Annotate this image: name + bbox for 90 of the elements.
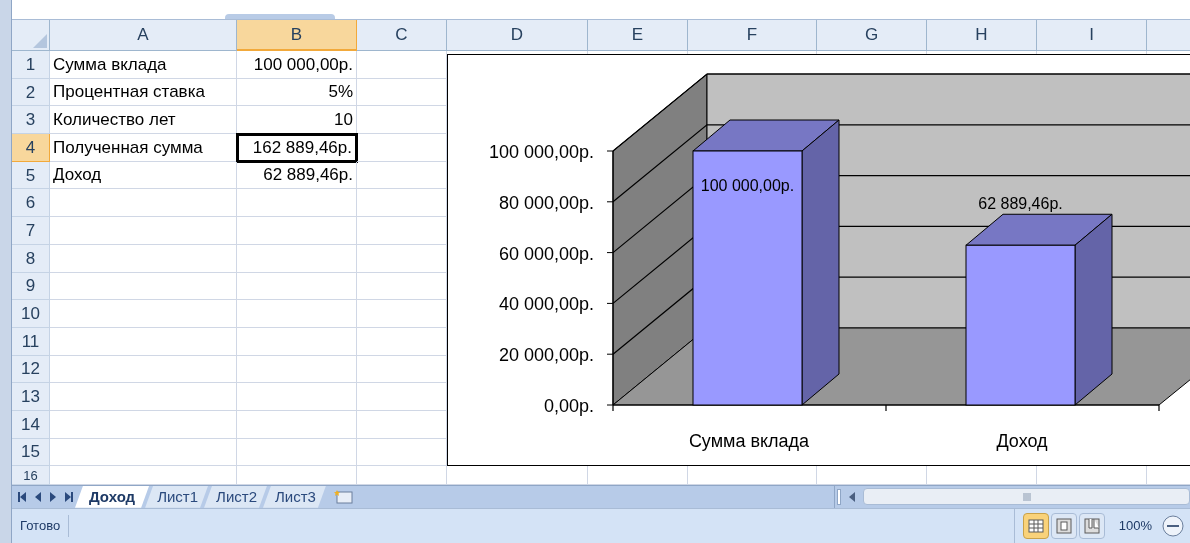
axis-label: 40 000,00р.	[498, 294, 594, 315]
table-cell[interactable]	[50, 438, 237, 467]
row-header[interactable]: 6	[12, 189, 50, 218]
table-cell[interactable]	[237, 355, 357, 384]
row-header[interactable]: 8	[12, 244, 50, 273]
sheet-tab[interactable]: Лист2	[204, 485, 267, 508]
row-header[interactable]: 15	[12, 438, 50, 467]
row-header[interactable]: 13	[12, 383, 50, 411]
table-cell[interactable]	[50, 189, 237, 218]
table-cell[interactable]	[237, 189, 357, 218]
bar[interactable]	[692, 150, 803, 406]
table-cell[interactable]	[237, 300, 357, 328]
triangle-icon[interactable]	[33, 34, 47, 48]
table-cell[interactable]	[357, 466, 447, 485]
table-cell[interactable]	[237, 410, 357, 439]
row-header[interactable]: 5	[12, 161, 50, 190]
row-header[interactable]: 10	[12, 300, 50, 328]
table-cell[interactable]	[237, 327, 357, 356]
row-header[interactable]: 1	[12, 51, 50, 79]
table-cell[interactable]	[50, 327, 237, 356]
column-header[interactable]: E	[588, 20, 688, 51]
table-cell[interactable]	[237, 438, 357, 467]
sheet-tab[interactable]: Лист1	[145, 485, 209, 508]
table-cell[interactable]: Доход	[50, 161, 237, 190]
table-cell[interactable]	[50, 466, 237, 485]
row-header[interactable]: 14	[12, 410, 50, 439]
row-header[interactable]: 11	[12, 327, 50, 356]
row-header[interactable]: 4	[12, 134, 50, 162]
axis-label: 80 000,00р.	[498, 192, 594, 213]
next-sheet-icon[interactable]	[50, 491, 56, 502]
scroll-grip-icon[interactable]	[1022, 492, 1031, 501]
data-label: 62 889,46р.	[978, 195, 1063, 213]
horizontal-scrollbar[interactable]	[863, 488, 1190, 506]
column-header[interactable]: H	[927, 20, 1037, 51]
zoom-level[interactable]: 100%	[1118, 516, 1152, 536]
first-sheet-icon[interactable]	[18, 491, 26, 502]
axis-label: 100 000,00р.	[488, 142, 594, 162]
table-cell[interactable]	[50, 355, 237, 384]
column-header[interactable]: C	[357, 20, 447, 51]
scroll-left-icon[interactable]	[849, 491, 855, 502]
table-cell[interactable]: 10	[237, 106, 357, 135]
table-cell[interactable]: 162 889,46р.	[236, 133, 358, 163]
table-cell[interactable]	[50, 383, 237, 411]
table-cell[interactable]	[50, 300, 237, 328]
table-cell[interactable]: Количество лет	[50, 106, 237, 135]
axis-label: 0,00р.	[543, 396, 594, 416]
table-cell[interactable]: 100 000,00р.	[237, 51, 357, 79]
table-cell[interactable]: 5%	[237, 78, 357, 107]
table-cell[interactable]	[237, 217, 357, 245]
column-header[interactable]: D	[447, 20, 588, 51]
sheet-tab[interactable]: Лист3	[263, 485, 326, 508]
table-cell[interactable]	[237, 383, 357, 411]
category-label: Доход	[996, 431, 1048, 451]
table-cell[interactable]: Сумма вклада	[50, 51, 237, 79]
splitter-handle[interactable]	[225, 14, 335, 19]
table-cell[interactable]	[237, 466, 357, 485]
column-header[interactable]: F	[688, 20, 817, 51]
column-header[interactable]: I	[1037, 20, 1147, 51]
bar[interactable]	[965, 244, 1076, 406]
sheet-tab[interactable]: Доход	[75, 485, 150, 508]
last-sheet-icon[interactable]	[65, 491, 73, 502]
table-cell[interactable]	[50, 410, 237, 439]
previous-sheet-icon[interactable]	[35, 491, 41, 502]
column-header[interactable]: G	[817, 20, 927, 51]
table-cell[interactable]	[237, 272, 357, 301]
select-all-button[interactable]	[12, 20, 50, 51]
column-header[interactable]: B	[237, 20, 357, 51]
table-cell[interactable]: Полученная сумма	[50, 134, 237, 162]
axis-label: 20 000,00р.	[498, 345, 594, 366]
column-header[interactable]	[1147, 20, 1190, 51]
axis-label: 60 000,00р.	[498, 243, 594, 264]
row-header[interactable]: 16	[12, 466, 50, 485]
column-header[interactable]: A	[50, 20, 237, 51]
table-cell[interactable]	[50, 217, 237, 245]
zoom-out-icon[interactable]	[1162, 514, 1184, 537]
table-cell[interactable]: Процентная ставка	[50, 78, 237, 107]
row-header[interactable]: 2	[12, 78, 50, 107]
row-header[interactable]: 12	[12, 355, 50, 384]
table-cell[interactable]: 62 889,46р.	[237, 161, 357, 190]
table-cell[interactable]	[237, 244, 357, 273]
row-header[interactable]: 3	[12, 106, 50, 135]
status-text: Готово	[12, 514, 70, 537]
chart-area[interactable]: 100 000,00р. 80 000,00р. 60 000,00р. 40 000,00р. 20 000,00р. 0,00р. 100 000,00р. 62 889,46р. Сумма вклада Доход	[447, 54, 1190, 466]
data-label: 100 000,00р.	[700, 177, 795, 194]
category-label: Сумма вклада	[688, 431, 810, 451]
tab-split-handle[interactable]	[837, 488, 841, 505]
table-cell[interactable]	[50, 272, 237, 301]
row-header[interactable]: 7	[12, 217, 50, 245]
table-cell[interactable]	[50, 244, 237, 273]
row-header[interactable]: 9	[12, 272, 50, 301]
